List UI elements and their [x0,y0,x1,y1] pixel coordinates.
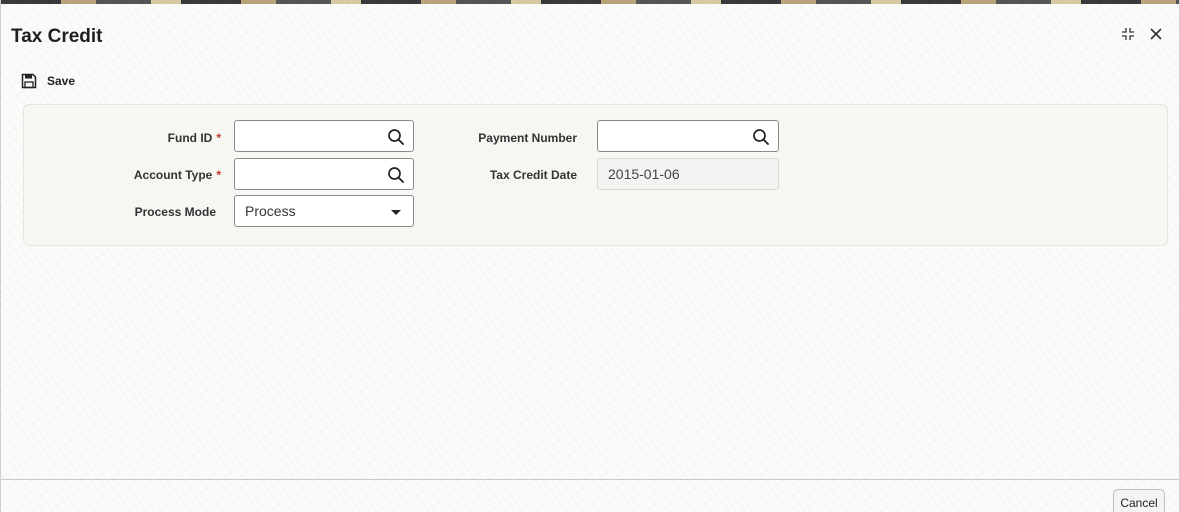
fund-id-input[interactable] [234,120,414,152]
close-button[interactable] [1147,24,1165,44]
account-type-input[interactable] [234,158,414,190]
footer-bar: Cancel [1,479,1179,512]
cancel-button[interactable]: Cancel [1113,489,1165,512]
account-type-label: Account Type * [133,168,221,182]
window-title: Tax Credit [11,26,103,47]
process-mode-label: Process Mode [134,205,216,219]
process-mode-select[interactable]: Process [234,195,414,227]
header-banner-strip [1,0,1179,4]
search-icon[interactable] [752,128,770,146]
form-panel: Fund ID * Account Type * Process Mode Proc… [23,104,1168,246]
required-marker: * [216,168,221,182]
restore-icon [1122,28,1134,40]
search-icon[interactable] [387,128,405,146]
process-mode-value: Process [245,203,296,219]
save-icon [21,73,37,89]
payment-number-input[interactable] [597,120,779,152]
tax-credit-window: Tax Credit Save Fund ID * Account Type *… [0,0,1180,512]
tax-credit-date-label: Tax Credit Date [489,168,577,182]
window-controls [1119,24,1165,44]
required-marker: * [216,131,221,145]
search-icon[interactable] [387,166,405,184]
tax-credit-date-field: 2015-01-06 [597,158,779,190]
save-label: Save [47,74,76,88]
restore-button[interactable] [1119,24,1137,44]
save-button[interactable]: Save [21,73,75,89]
payment-number-label: Payment Number [478,131,577,145]
fund-id-label: Fund ID * [167,131,221,145]
close-icon [1150,28,1162,40]
caret-down-icon [391,210,401,215]
